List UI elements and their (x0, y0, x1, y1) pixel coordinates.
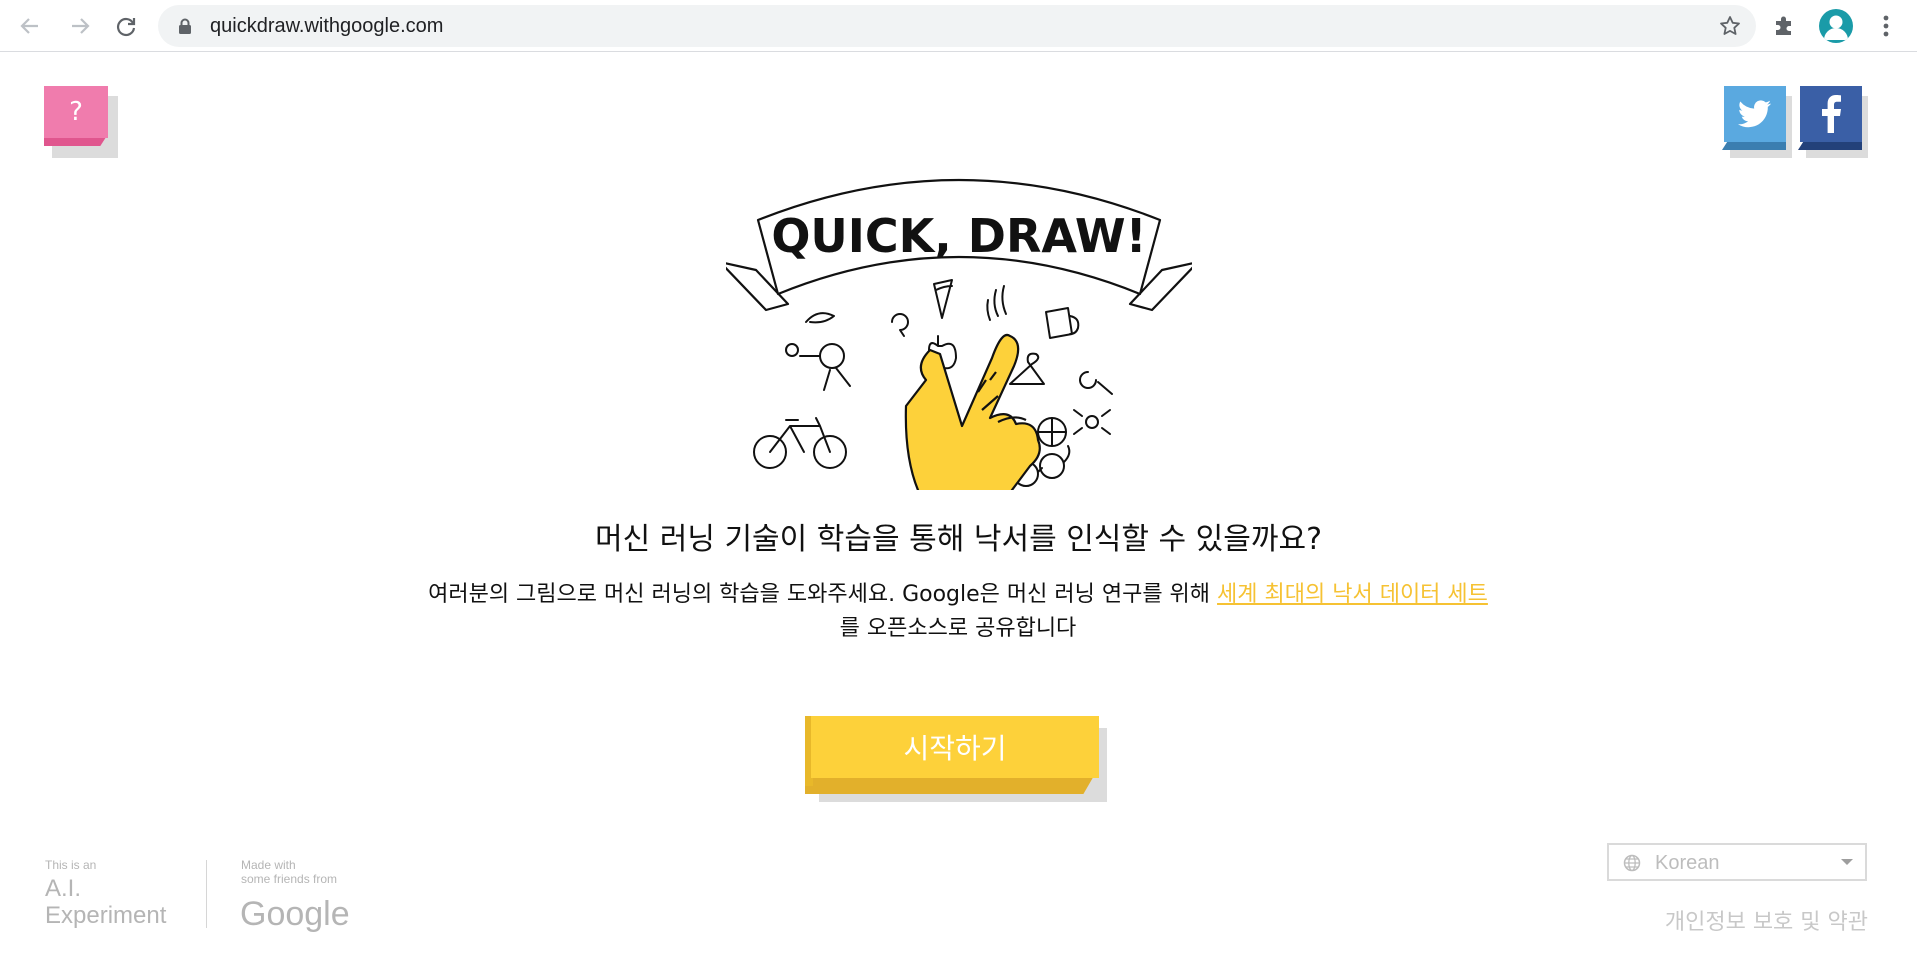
start-button[interactable]: 시작하기 (805, 716, 1107, 802)
facebook-share-button[interactable] (1798, 86, 1868, 158)
quick-draw-illustration: QUICK, DRAW! (726, 178, 1192, 490)
reload-button[interactable] (110, 10, 142, 42)
description-text: 여러분의 그림으로 머신 러닝의 학습을 도와주세요. Google은 머신 러… (428, 582, 1218, 607)
page-description: 여러분의 그림으로 머신 러닝의 학습을 도와주세요. Google은 머신 러… (428, 578, 1488, 646)
pointing-hand (904, 333, 1041, 490)
kebab-menu-icon[interactable] (1872, 12, 1900, 40)
puzzle-icon[interactable] (1772, 12, 1798, 38)
ai-experiment-line1: A.I. (45, 875, 82, 902)
url-text: quickdraw.withgoogle.com (210, 15, 444, 37)
twitter-share-button[interactable] (1722, 86, 1792, 158)
star-icon[interactable] (1718, 14, 1742, 38)
help-label: ? (69, 97, 83, 127)
facebook-icon (1822, 95, 1841, 133)
made-with-caption: Made with some friends from (241, 858, 338, 886)
chevron-down-icon (1841, 859, 1853, 865)
language-select[interactable]: Korean (1607, 843, 1867, 881)
help-button-face: ? (44, 86, 108, 138)
twitter-icon (1738, 100, 1771, 128)
ai-experiment-badge[interactable]: A.I. Experiment (45, 875, 166, 929)
google-logo[interactable]: Google (240, 895, 350, 934)
reload-icon (116, 17, 136, 37)
address-bar[interactable]: quickdraw.withgoogle.com (158, 5, 1756, 47)
ai-experiment-line2: Experiment (45, 902, 167, 929)
back-button[interactable] (14, 10, 46, 42)
lock-icon (179, 18, 191, 34)
page-headline: 머신 러닝 기술이 학습을 통해 낙서를 인식할 수 있을까요? (594, 522, 1322, 557)
avatar-icon[interactable] (1819, 9, 1853, 43)
help-button[interactable]: ? (44, 86, 118, 158)
forward-button[interactable] (64, 10, 96, 42)
start-button-label: 시작하기 (903, 732, 1007, 765)
language-value: Korean (1655, 852, 1720, 874)
footer-divider (206, 860, 207, 928)
description-text-end: 를 오픈소스로 공유합니다 (839, 616, 1077, 641)
globe-icon (1623, 854, 1641, 872)
arrow-right-icon (72, 18, 90, 34)
ai-experiment-caption: This is an (45, 858, 97, 872)
privacy-terms-link[interactable]: 개인정보 보호 및 약관 (1665, 904, 1868, 936)
logo-text: QUICK, DRAW! (771, 209, 1146, 263)
dataset-link[interactable]: 세계 최대의 낙서 데이터 세트 (1217, 582, 1488, 607)
browser-toolbar: quickdraw.withgoogle.com (0, 0, 1917, 52)
arrow-left-icon (20, 18, 38, 34)
